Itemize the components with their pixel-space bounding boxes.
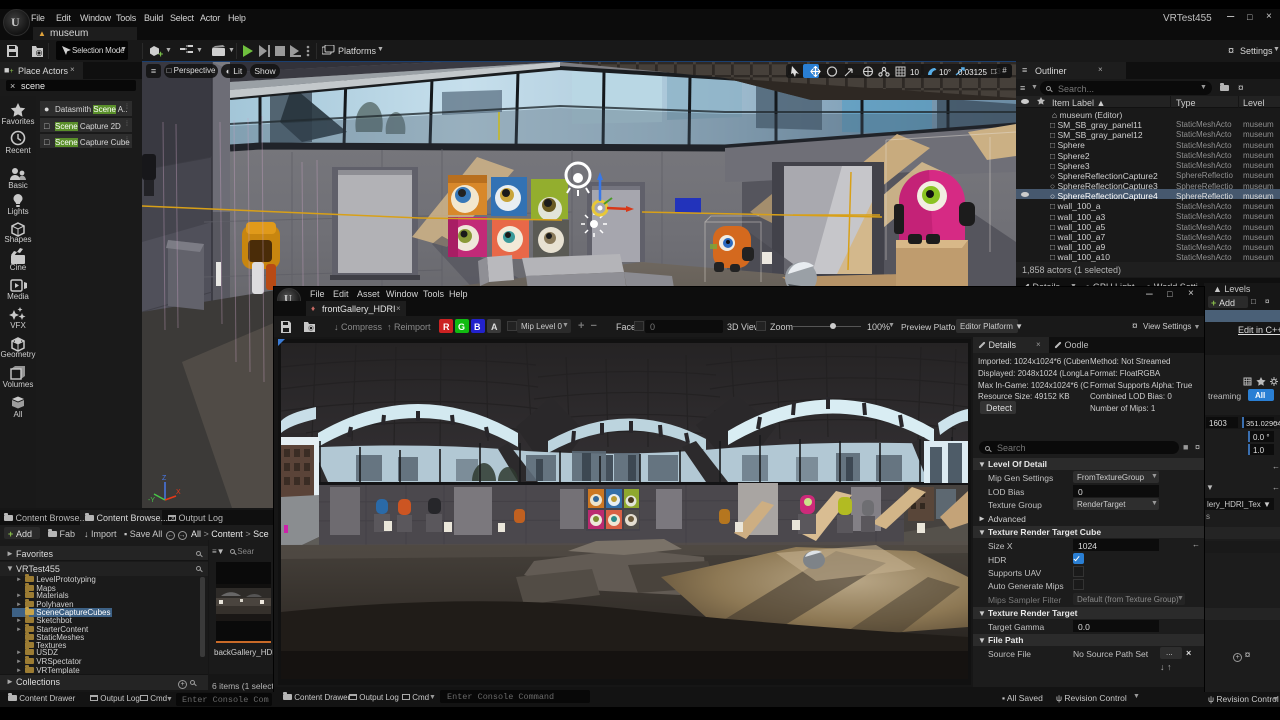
svg-text:-Y: -Y: [148, 497, 155, 504]
svg-text:0.03125: 0.03125: [958, 68, 987, 77]
svg-text:10: 10: [910, 68, 919, 77]
svg-text:+: +: [158, 49, 163, 58]
svg-text:10°: 10°: [939, 68, 951, 77]
svg-text:X: X: [176, 489, 181, 496]
svg-text:Z: Z: [162, 475, 167, 482]
